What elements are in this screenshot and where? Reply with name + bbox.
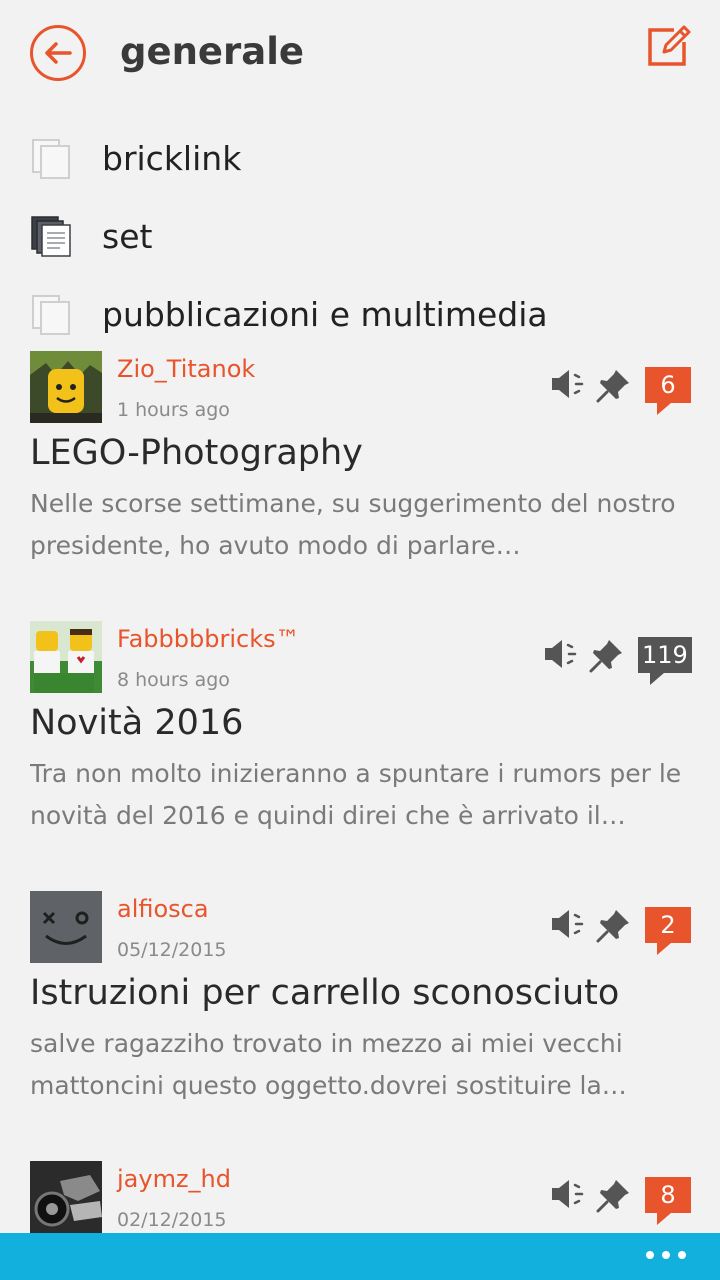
subforum-empty-icon — [30, 136, 74, 180]
pin-icon[interactable] — [596, 907, 632, 943]
topic-item[interactable]: alfiosca 05/12/2015 2 Istruzioni per car… — [0, 891, 720, 1161]
topic-title[interactable]: Istruzioni per carrello sconosciuto — [30, 973, 619, 1013]
compose-button[interactable] — [644, 22, 692, 70]
topic-item[interactable]: jaymz_hd 02/12/2015 8 — [0, 1161, 720, 1233]
speaker-muted-icon[interactable] — [550, 1177, 586, 1211]
topic-preview: salve ragazziho trovato in mezzo ai miei… — [30, 1029, 627, 1100]
pin-icon[interactable] — [596, 1177, 632, 1213]
topic-time: 1 hours ago — [117, 399, 230, 421]
subforum-item-bricklink[interactable]: bricklink — [30, 128, 241, 188]
reply-count-badge: 119 — [638, 637, 692, 685]
speaker-muted-icon[interactable] — [550, 367, 586, 401]
topic-title[interactable]: LEGO-Photography — [30, 433, 363, 473]
subforum-label: bricklink — [102, 138, 242, 178]
avatar[interactable] — [30, 351, 102, 423]
arrow-left-icon — [45, 42, 72, 64]
topic-time: 05/12/2015 — [117, 939, 227, 961]
topic-preview: Nelle scorse settimane, su suggerimento … — [30, 489, 676, 560]
topic-title[interactable]: Novità 2016 — [30, 703, 243, 743]
subforum-item-set[interactable]: set — [30, 206, 152, 266]
compose-icon — [648, 25, 691, 66]
reply-count-badge: 2 — [645, 907, 691, 955]
pin-icon[interactable] — [596, 367, 632, 403]
app-bar — [0, 1233, 720, 1280]
subforum-label: set — [102, 216, 153, 256]
speaker-muted-icon[interactable] — [550, 907, 586, 941]
topic-author[interactable]: Fabbbbbricks™ — [117, 625, 300, 653]
speaker-muted-icon[interactable] — [543, 637, 579, 671]
topic-preview: Tra non molto inizieranno a spuntare i r… — [30, 759, 682, 830]
pin-icon[interactable] — [589, 637, 625, 673]
topic-time: 8 hours ago — [117, 669, 230, 691]
back-button[interactable] — [30, 25, 86, 81]
topic-author[interactable]: alfiosca — [117, 895, 209, 923]
topic-author[interactable]: Zio_Titanok — [117, 355, 255, 383]
topic-item[interactable]: Zio_Titanok 1 hours ago 6 LEGO-Photograp… — [0, 351, 720, 621]
avatar[interactable] — [30, 621, 102, 693]
subforum-empty-icon — [30, 292, 74, 336]
subforum-item-pubblicazioni[interactable]: pubblicazioni e multimedia — [30, 284, 548, 344]
topic-author[interactable]: jaymz_hd — [117, 1165, 231, 1193]
more-dots-icon[interactable] — [646, 1251, 686, 1259]
subforum-label: pubblicazioni e multimedia — [102, 294, 548, 334]
avatar[interactable] — [30, 891, 102, 963]
topic-item[interactable]: Fabbbbbricks™ 8 hours ago 119 Novità 201… — [0, 621, 720, 891]
page-title: generale — [120, 30, 305, 73]
topic-time: 02/12/2015 — [117, 1209, 227, 1231]
reply-count-badge: 8 — [645, 1177, 691, 1225]
reply-count-badge: 6 — [645, 367, 691, 415]
avatar[interactable] — [30, 1161, 102, 1233]
subforum-unread-icon — [30, 214, 74, 258]
